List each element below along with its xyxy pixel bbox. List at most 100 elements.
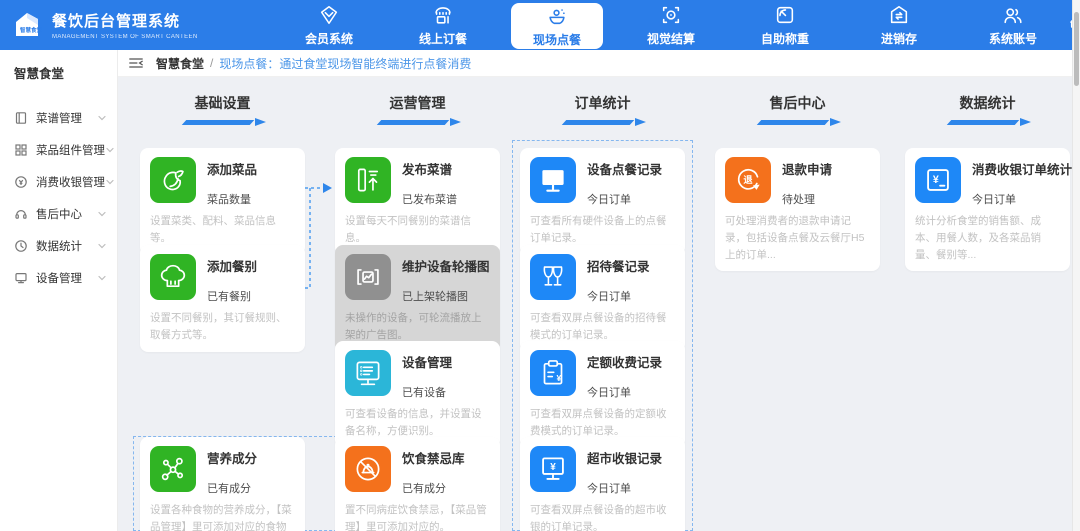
breadcrumb-current: 现场点餐：通过食堂现场智能终端进行点餐消费: [219, 56, 472, 71]
molecule-icon: [150, 446, 196, 492]
card-title: 定额收费记录: [587, 356, 663, 370]
column-basic-settings: 基础设置 添加菜品 菜品数量 设置菜类、配料、菜品信息等。 添加餐别 已有餐别 …: [140, 77, 305, 531]
scrollbar-thumb[interactable]: [1074, 12, 1079, 86]
card-description: 设置每天不同餐别的菜谱信息。: [345, 215, 471, 244]
monitor-yuan-icon: ¥: [530, 446, 576, 492]
wine-glasses-icon: [530, 254, 576, 300]
card-subtitle: 今日订单: [587, 387, 631, 399]
column-operations: 运营管理 发布菜谱 已发布菜谱 设置每天不同餐别的菜谱信息。 维护设备轮播图 已…: [335, 77, 500, 531]
refund-icon: 退: [725, 157, 771, 203]
card-title: 超市收银记录: [587, 452, 663, 466]
arrow-swoosh-icon: [375, 118, 461, 127]
card-title: 设备点餐记录: [587, 163, 663, 177]
svg-text:¥: ¥: [550, 462, 556, 473]
sidebar-item-cashier-management[interactable]: 消费收银管理: [0, 166, 117, 198]
nav-system-account[interactable]: 系统账号: [967, 0, 1059, 50]
collapse-menu-icon[interactable]: [128, 56, 144, 70]
card-subtitle: 已上架轮播图: [402, 291, 468, 303]
device-icon: [15, 272, 27, 284]
column-header: 基础设置: [140, 93, 305, 127]
card-supermarket-cashier-records[interactable]: ¥ 超市收银记录 今日订单 可查看双屏点餐设备的超市收银的订单记录。: [520, 437, 685, 531]
card-description: 可查看双屏点餐设备的超市收银的订单记录。: [530, 504, 667, 531]
nav-visual-checkout[interactable]: 视觉结算: [625, 0, 717, 50]
chevron-down-icon: [98, 211, 106, 217]
card-subtitle: 已有餐别: [207, 291, 251, 303]
sidebar-item-menu-management[interactable]: 菜谱管理: [0, 102, 117, 134]
card-title: 饮食禁忌库: [402, 452, 465, 466]
top-nav: 会员系统 线上订餐 现场点餐 视觉结算 自助称重 进销存 系统账号: [272, 0, 1070, 50]
card-device-carousel[interactable]: 维护设备轮播图 已上架轮播图 未操作的设备，可轮流播放上架的广告图。: [335, 245, 500, 352]
chevron-down-icon: [106, 179, 114, 185]
clipboard-yuan-icon: ¥: [530, 350, 576, 396]
onsite-order-dish-icon: [546, 5, 568, 27]
inventory-icon: [888, 4, 910, 26]
svg-text:¥: ¥: [557, 373, 562, 383]
card-title: 维护设备轮播图: [402, 260, 490, 274]
sidebar-item-device-management[interactable]: 设备管理: [0, 262, 117, 294]
card-subtitle: 今日订单: [587, 194, 631, 206]
card-cashier-order-stats[interactable]: ¥ 消费收银订单统计 今日订单 统计分析食堂的销售额、成本、用餐人数，及各菜品销…: [905, 148, 1072, 272]
card-publish-menu[interactable]: 发布菜谱 已发布菜谱 设置每天不同餐别的菜谱信息。: [335, 148, 500, 255]
cashier-icon: [15, 176, 27, 188]
no-food-icon: [345, 446, 391, 492]
online-order-shop-icon: [432, 4, 454, 26]
member-diamond-icon: [318, 4, 340, 26]
breadcrumb-separator: /: [210, 56, 214, 70]
card-description: 可查看所有硬件设备上的点餐订单记录。: [530, 215, 667, 244]
card-description: 设置菜类、配料、菜品信息等。: [150, 215, 276, 244]
card-title: 设备管理: [402, 356, 453, 370]
card-subtitle: 已有设备: [402, 387, 446, 399]
nav-member-system[interactable]: 会员系统: [283, 0, 375, 50]
card-subtitle: 今日订单: [587, 483, 631, 495]
card-subtitle: 已有成分: [402, 483, 446, 495]
column-header: 运营管理: [335, 93, 500, 127]
card-add-meal-type[interactable]: 添加餐别 已有餐别 设置不同餐别，其订餐规则、取餐方式等。: [140, 245, 305, 352]
statistics-icon: [15, 240, 27, 252]
sidebar-item-after-sales[interactable]: 售后中心: [0, 198, 117, 230]
card-description: 统计分析食堂的销售额、成本、用餐人数，及各菜品销量、餐别等...: [915, 215, 1041, 261]
card-device-management[interactable]: 设备管理 已有设备 可查看设备的信息，并设置设备名称，方便识别。: [335, 341, 500, 448]
card-subtitle: 已有成分: [207, 483, 251, 495]
card-subtitle: 今日订单: [587, 291, 631, 303]
breadcrumb: 智慧食堂 / 现场点餐：通过食堂现场智能终端进行点餐消费: [118, 50, 1072, 77]
card-title: 添加餐别: [207, 260, 258, 274]
carousel-image-icon: [345, 254, 391, 300]
card-subtitle: 已发布菜谱: [402, 194, 457, 206]
vertical-scrollbar[interactable]: [1072, 0, 1080, 531]
card-refund-request[interactable]: 退 退款申请 待处理 可处理消费者的退款申请记录，包括设备点餐及云餐厅H5上的订…: [715, 148, 880, 272]
column-data-stats: 数据统计 ¥ 消费收银订单统计 今日订单 统计分析食堂的销售额、成本、用餐人数，…: [905, 77, 1072, 531]
app-subtitle: MANAGEMENT SYSTEM OF SMART CANTEEN: [52, 34, 198, 40]
card-description: 置不同病症饮食禁忌，【菜品管理】里可添加对应的。: [345, 504, 487, 531]
card-subtitle: 菜品数量: [207, 194, 251, 206]
chevron-down-icon: [98, 243, 106, 249]
top-header: 智慧食堂 餐饮后台管理系统 MANAGEMENT SYSTEM OF SMART…: [0, 0, 1080, 51]
card-fixed-fee-records[interactable]: ¥ 定额收费记录 今日订单 可查看双屏点餐设备的定额收费模式的订单记录。: [520, 341, 685, 448]
logo-icon: 智慧食堂: [16, 13, 43, 36]
sidebar-item-dish-components[interactable]: 菜品组件管理: [0, 134, 117, 166]
chevron-down-icon: [106, 147, 114, 153]
card-add-dish[interactable]: 添加菜品 菜品数量 设置菜类、配料、菜品信息等。: [140, 148, 305, 255]
arrow-swoosh-icon: [560, 118, 646, 127]
nav-online-ordering[interactable]: 线上订餐: [397, 0, 489, 50]
card-diet-taboo[interactable]: 饮食禁忌库 已有成分 置不同病症饮食禁忌，【菜品管理】里可添加对应的。: [335, 437, 500, 531]
card-description: 可查看设备的信息，并设置设备名称，方便识别。: [345, 408, 482, 437]
card-nutrition[interactable]: 营养成分 已有成分 设置各种食物的营养成分，【菜品管理】里可添加对应的食物及分.…: [140, 437, 305, 531]
card-title: 营养成分: [207, 452, 258, 466]
nav-onsite-ordering[interactable]: 现场点餐: [511, 3, 603, 49]
app-logo: 智慧食堂 餐饮后台管理系统 MANAGEMENT SYSTEM OF SMART…: [0, 8, 250, 42]
card-hospitality-meal-records[interactable]: 招待餐记录 今日订单 可查看双屏点餐设备的招待餐模式的订单记录。: [520, 245, 685, 352]
card-description: 可查看双屏点餐设备的定额收费模式的订单记录。: [530, 408, 667, 437]
breadcrumb-root[interactable]: 智慧食堂: [156, 55, 204, 72]
svg-text:智慧食堂: 智慧食堂: [20, 26, 43, 34]
chef-hat-icon: [150, 254, 196, 300]
publish-menu-icon: [345, 157, 391, 203]
card-description: 未操作的设备，可轮流播放上架的广告图。: [345, 312, 482, 341]
nav-inventory[interactable]: 进销存: [853, 0, 945, 50]
card-description: 可处理消费者的退款申请记录，包括设备点餐及云餐厅H5上的订单...: [725, 215, 865, 261]
column-after-sales: 售后中心 退 退款申请 待处理 可处理消费者的退款申请记录，包括设备点餐及云餐厅…: [715, 77, 880, 531]
arrow-swoosh-icon: [180, 118, 266, 127]
nav-self-weighing[interactable]: 自助称重: [739, 0, 831, 50]
card-device-order-records[interactable]: 设备点餐记录 今日订单 可查看所有硬件设备上的点餐订单记录。: [520, 148, 685, 255]
sidebar-item-statistics[interactable]: 数据统计: [0, 230, 117, 262]
column-header: 售后中心: [715, 93, 880, 127]
